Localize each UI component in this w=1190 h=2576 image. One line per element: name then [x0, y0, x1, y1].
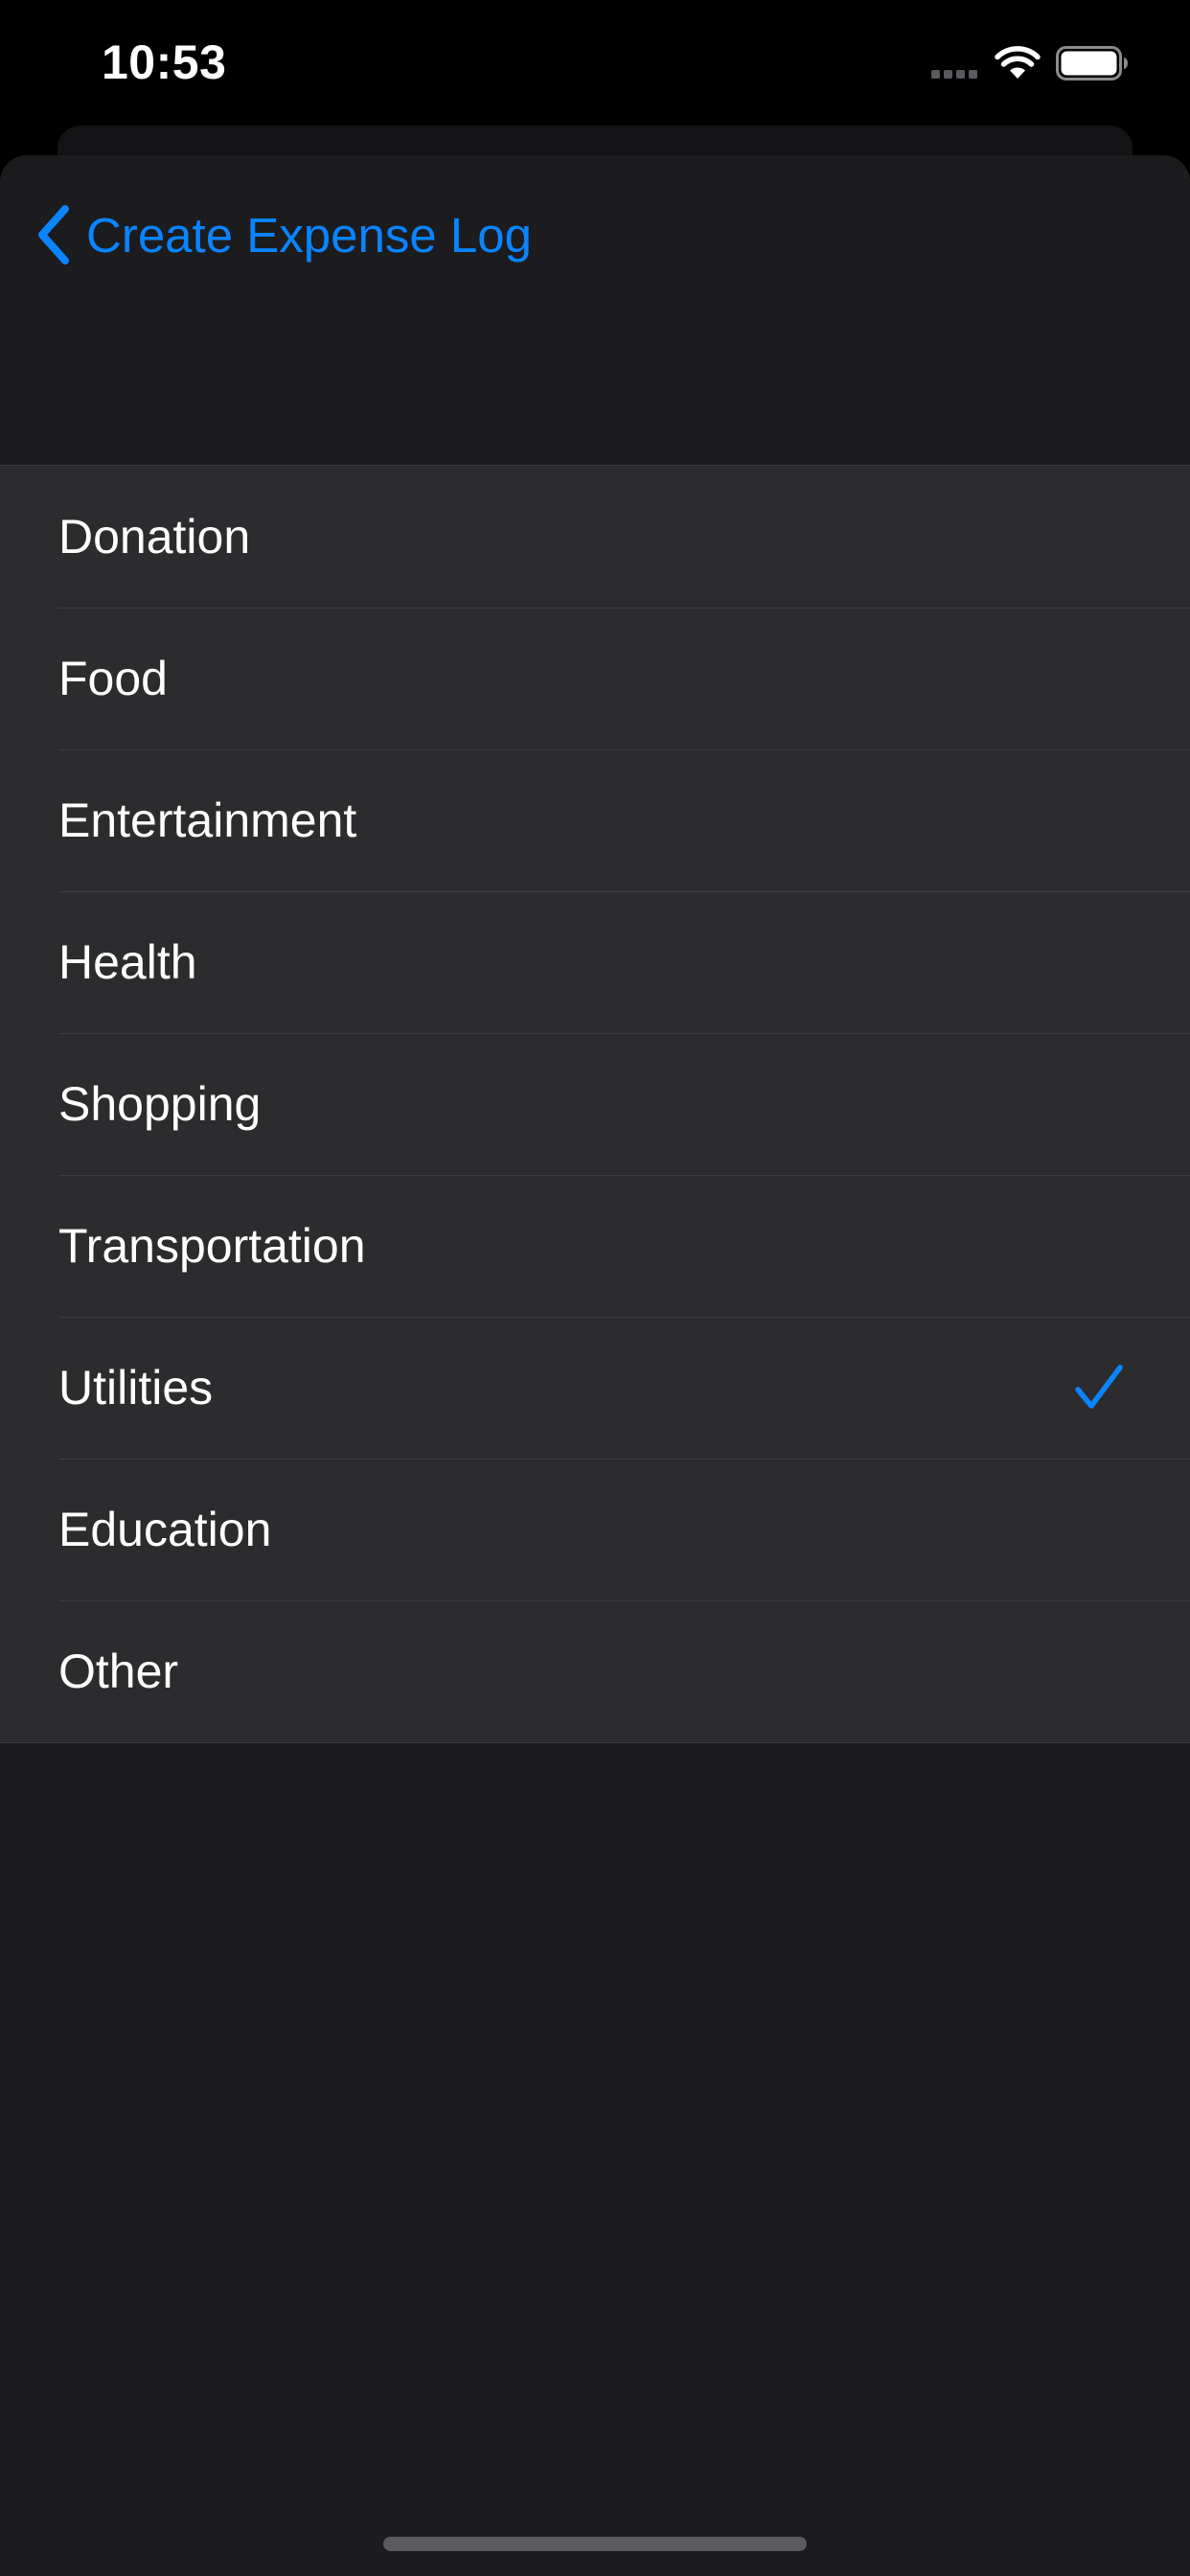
- category-item-other[interactable]: Other: [0, 1600, 1190, 1742]
- back-label: Create Expense Log: [86, 207, 532, 263]
- category-item-entertainment[interactable]: Entertainment: [0, 749, 1190, 891]
- status-icons: [931, 44, 1129, 82]
- category-label: Donation: [58, 510, 251, 564]
- category-item-utilities[interactable]: Utilities: [0, 1317, 1190, 1459]
- category-list: Donation Food Entertainment Health Shopp…: [0, 465, 1190, 1743]
- category-item-transportation[interactable]: Transportation: [0, 1175, 1190, 1317]
- status-time: 10:53: [102, 35, 227, 89]
- wifi-icon: [995, 46, 1041, 79]
- category-sheet: Create Expense Log Donation Food Enterta…: [0, 155, 1190, 2576]
- home-indicator[interactable]: [383, 2537, 807, 2551]
- category-label: Utilities: [58, 1361, 214, 1414]
- category-label: Food: [58, 652, 168, 705]
- category-item-donation[interactable]: Donation: [0, 466, 1190, 608]
- category-item-education[interactable]: Education: [0, 1459, 1190, 1600]
- category-label: Transportation: [58, 1219, 366, 1273]
- category-label: Other: [58, 1644, 179, 1698]
- back-button[interactable]: Create Expense Log: [34, 201, 532, 268]
- signal-icon: [931, 44, 977, 82]
- category-item-shopping[interactable]: Shopping: [0, 1033, 1190, 1175]
- category-label: Entertainment: [58, 794, 357, 847]
- checkmark-icon: [1075, 1365, 1123, 1409]
- status-bar: 10:53: [0, 0, 1190, 125]
- category-item-food[interactable]: Food: [0, 608, 1190, 749]
- category-item-health[interactable]: Health: [0, 891, 1190, 1033]
- battery-icon: [1056, 46, 1128, 80]
- category-label: Health: [58, 935, 197, 989]
- category-label: Shopping: [58, 1077, 262, 1131]
- category-label: Education: [58, 1503, 272, 1556]
- nav-bar: Create Expense Log: [0, 155, 1190, 309]
- chevron-left-icon: [38, 205, 69, 264]
